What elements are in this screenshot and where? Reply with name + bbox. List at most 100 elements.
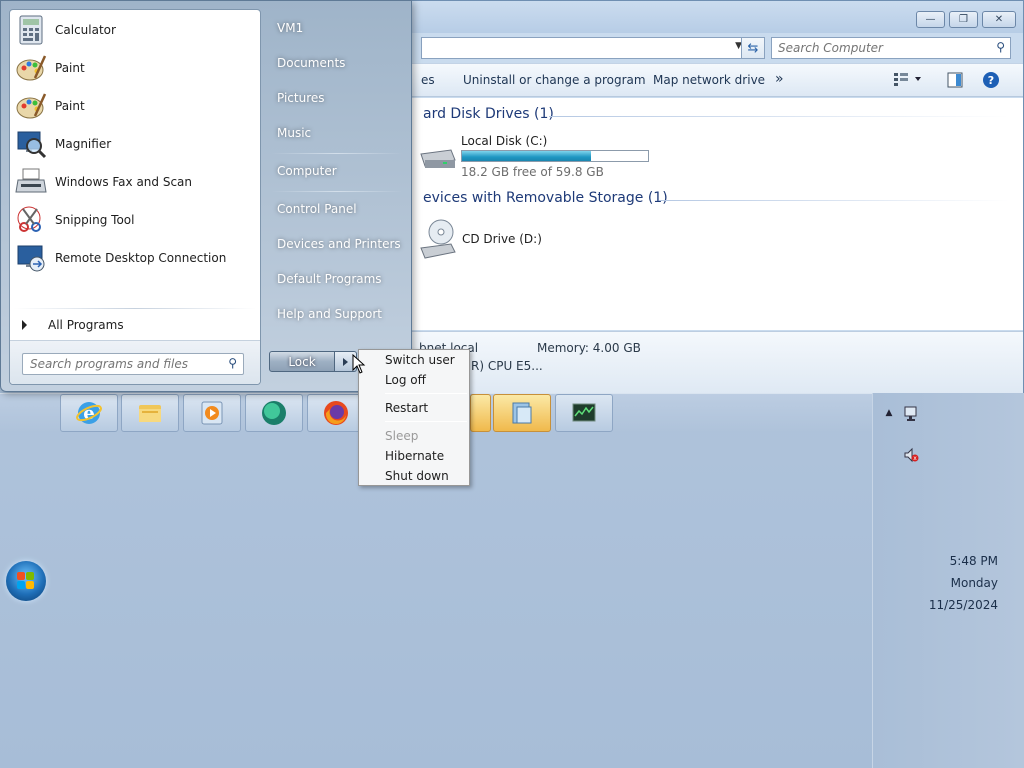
- details-pane: bnet.local Memory: 4.00 GB R) CPU E5...: [409, 331, 1023, 393]
- desktop: [0, 393, 1024, 768]
- disk-usage-fill: [462, 151, 592, 161]
- address-bar[interactable]: ▼: [421, 37, 747, 59]
- menu-log-off[interactable]: Log off: [361, 370, 467, 390]
- menu-separator: [385, 393, 467, 394]
- window-title-bar[interactable]: — ❐ ✕: [409, 1, 1023, 33]
- restore-icon: ❐: [959, 14, 968, 25]
- document-folder-icon: [512, 402, 532, 424]
- start-search-area: ⚲: [10, 340, 260, 384]
- all-programs-button[interactable]: All Programs: [14, 314, 256, 336]
- preview-pane-icon: [947, 72, 963, 88]
- taskbar-app-hidden[interactable]: [470, 394, 491, 432]
- windows-logo-icon: [17, 572, 35, 590]
- media-player-icon: [201, 401, 223, 425]
- start-item-vm1[interactable]: VM1: [269, 13, 403, 43]
- taskbar-file-manager[interactable]: [493, 394, 551, 432]
- minimize-button[interactable]: —: [916, 11, 945, 28]
- program-label: Paint: [55, 99, 85, 113]
- mouse-cursor-icon: [352, 354, 366, 374]
- taskbar-media-player[interactable]: [183, 394, 241, 432]
- taskbar-firefox[interactable]: [307, 394, 365, 432]
- content-pane: ard Disk Drives (1) Local Disk (C:) 18.2…: [409, 98, 1023, 330]
- taskbar-app-green[interactable]: [245, 394, 303, 432]
- details-memory: Memory: 4.00 GB: [537, 341, 641, 355]
- command-uninstall-program[interactable]: Uninstall or change a program: [463, 73, 646, 87]
- program-remote-desktop-connection[interactable]: Remote Desktop Connection: [12, 240, 258, 276]
- menu-switch-user[interactable]: Switch user: [361, 350, 467, 370]
- volume-muted-icon[interactable]: x: [903, 447, 919, 463]
- search-computer-input[interactable]: [778, 38, 988, 58]
- program-calculator[interactable]: Calculator: [12, 12, 258, 48]
- view-options-icon: [894, 73, 921, 86]
- show-hidden-icons-arrow-icon[interactable]: ▲: [881, 405, 897, 421]
- cd-drive-item[interactable]: CD Drive (D:): [417, 218, 677, 264]
- start-item-computer[interactable]: Computer: [269, 156, 403, 186]
- menu-shut-down[interactable]: Shut down: [361, 466, 467, 486]
- start-search-input[interactable]: [30, 354, 220, 374]
- start-button[interactable]: [6, 561, 46, 601]
- program-paint[interactable]: Paint: [12, 50, 258, 86]
- preview-pane-button[interactable]: [947, 72, 963, 91]
- program-paint-2[interactable]: Paint: [12, 88, 258, 124]
- cd-drive-label: CD Drive (D:): [462, 232, 542, 246]
- command-map-network-drive[interactable]: Map network drive: [653, 73, 765, 87]
- remote-desktop-icon: [17, 245, 45, 272]
- program-label: Paint: [55, 61, 85, 75]
- taskbar-internet-explorer[interactable]: e: [60, 394, 118, 432]
- all-programs-label: All Programs: [48, 318, 124, 332]
- arrow-right-icon: [343, 357, 348, 366]
- fax-scanner-icon: [15, 168, 47, 193]
- start-item-default-programs[interactable]: Default Programs: [269, 264, 403, 294]
- hard-disk-drives-heading[interactable]: ard Disk Drives (1): [423, 106, 554, 122]
- change-view-button[interactable]: [893, 72, 921, 89]
- search-icon[interactable]: ⚲: [996, 40, 1005, 54]
- start-item-control-panel[interactable]: Control Panel: [269, 194, 403, 224]
- program-magnifier[interactable]: Magnifier: [12, 126, 258, 162]
- lock-button[interactable]: Lock: [269, 351, 335, 372]
- maximize-button[interactable]: ❐: [949, 11, 978, 28]
- clock-date: 11/25/2024: [928, 598, 998, 612]
- menu-sleep: Sleep: [385, 429, 419, 443]
- local-disk-label: Local Disk (C:): [461, 134, 548, 148]
- disk-usage-bar: [461, 150, 649, 162]
- arrow-right-icon: [22, 320, 27, 330]
- paint-palette-icon: [16, 93, 47, 119]
- network-icon[interactable]: [903, 406, 919, 422]
- firefox-icon: [324, 401, 348, 425]
- local-disk-free-space: 18.2 GB free of 59.8 GB: [461, 165, 604, 179]
- taskbar-windows-explorer[interactable]: [121, 394, 179, 432]
- help-button[interactable]: ?: [982, 71, 1000, 92]
- taskbar-task-manager[interactable]: [555, 394, 613, 432]
- network-monitor-icon: [904, 406, 917, 421]
- start-item-music[interactable]: Music: [269, 118, 403, 148]
- clock-time: 5:48 PM: [949, 554, 998, 568]
- menu-hibernate[interactable]: Hibernate: [361, 446, 467, 466]
- close-button[interactable]: ✕: [982, 11, 1016, 28]
- program-windows-fax-and-scan[interactable]: Windows Fax and Scan: [12, 164, 258, 200]
- performance-monitor-icon: [572, 403, 596, 422]
- group-divider: [549, 116, 1009, 117]
- command-properties-partial[interactable]: es: [421, 73, 435, 87]
- command-bar: es Uninstall or change a program Map net…: [409, 63, 1023, 97]
- start-item-help-and-support[interactable]: Help and Support: [269, 299, 403, 329]
- removable-storage-heading[interactable]: evices with Removable Storage (1): [423, 190, 668, 206]
- refresh-icon: ⇆: [747, 40, 759, 56]
- search-computer-box[interactable]: ⚲: [771, 37, 1011, 59]
- magnifier-icon: [17, 131, 47, 159]
- start-menu-separator: [271, 153, 403, 154]
- refresh-button[interactable]: ⇆: [741, 37, 765, 59]
- program-snipping-tool[interactable]: Snipping Tool: [12, 202, 258, 238]
- start-item-devices-and-printers[interactable]: Devices and Printers: [269, 229, 403, 259]
- menu-restart[interactable]: Restart: [361, 398, 467, 418]
- program-label: Windows Fax and Scan: [55, 175, 193, 189]
- search-icon[interactable]: ⚲: [228, 356, 237, 370]
- clock[interactable]: 5:48 PM Monday 11/25/2024: [898, 550, 998, 616]
- start-search-box[interactable]: ⚲: [22, 353, 244, 375]
- start-item-documents[interactable]: Documents: [269, 48, 403, 78]
- details-processor: R) CPU E5...: [471, 359, 543, 373]
- local-disk-item[interactable]: Local Disk (C:) 18.2 GB free of 59.8 GB: [417, 132, 717, 179]
- group-divider: [659, 200, 1009, 201]
- command-more[interactable]: »: [775, 71, 784, 87]
- start-item-pictures[interactable]: Pictures: [269, 83, 403, 113]
- computer-explorer-window: — ❐ ✕ ▼ ⇆ ⚲ es Uninstall or change a pro…: [408, 0, 1024, 393]
